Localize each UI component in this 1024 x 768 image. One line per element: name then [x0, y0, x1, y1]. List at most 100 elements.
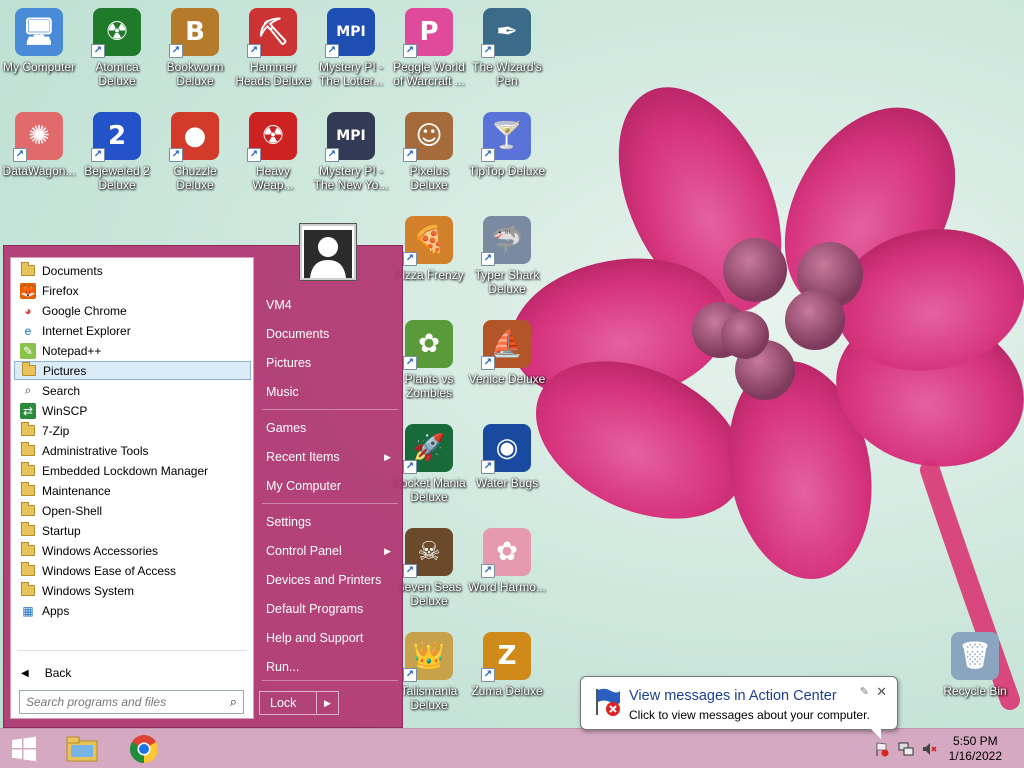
close-icon[interactable]: ✕ [876, 684, 887, 700]
program-item[interactable]: Maintenance [14, 481, 251, 500]
app-icon: 👑 ↗ [403, 632, 453, 682]
action-center-balloon[interactable]: View messages in Action Center Click to … [580, 676, 898, 739]
app-icon: 🦈 ↗ [481, 216, 531, 266]
shortcut-arrow-icon: ↗ [403, 148, 417, 162]
volume-muted-icon[interactable] [920, 740, 938, 758]
taskbar-clock[interactable]: 5:50 PM 1/16/2022 [949, 734, 1002, 764]
desktop-icon-label: DataWagon... [2, 164, 76, 178]
shortcut-arrow-icon: ↗ [91, 44, 105, 58]
program-label: Internet Explorer [42, 323, 131, 338]
program-item[interactable]: Documents [14, 261, 251, 280]
start-menu-link[interactable]: Documents [266, 323, 401, 345]
desktop-icon[interactable]: ✺ ↗ DataWagon... [0, 112, 78, 212]
start-menu-link[interactable]: Recent Items ▶ [266, 446, 401, 468]
program-label: Open-Shell [42, 503, 103, 518]
search-input[interactable]: Search programs and files ⌕ [19, 690, 244, 714]
program-item[interactable]: Open-Shell [14, 501, 251, 520]
start-menu-link[interactable]: Pictures [266, 352, 401, 374]
desktop-icon-label: Venice Deluxe [468, 372, 546, 386]
desktop-icon[interactable]: ⛵ ↗ Venice Deluxe [468, 320, 546, 420]
desktop-icon[interactable]: MPI ↗ Mystery PI - The New Yo... [312, 112, 390, 212]
program-item[interactable]: 🦊 Firefox [14, 281, 251, 300]
desktop-icon-label: Atomica Deluxe [95, 60, 139, 88]
desktop-icon-label: Mystery PI - The Lotter... [318, 60, 384, 88]
desktop-icon[interactable]: ✒ ↗ The Wizard's Pen [468, 8, 546, 108]
back-button[interactable]: ◀ Back [21, 666, 71, 680]
action-center-tray-icon[interactable] [873, 740, 891, 758]
program-label: Maintenance [42, 483, 111, 498]
desktop-icon[interactable]: 2 ↗ Bejeweled 2 Deluxe [78, 112, 156, 212]
start-button[interactable] [6, 734, 42, 764]
desktop-icon[interactable]: 🍸 ↗ TipTop Deluxe [468, 112, 546, 212]
program-item[interactable]: Embedded Lockdown Manager [14, 461, 251, 480]
lock-button[interactable]: Lock ▶ [259, 691, 339, 715]
desktop-icon[interactable]: B ↗ Bookworm Deluxe [156, 8, 234, 108]
desktop-icon[interactable]: MPI ↗ Mystery PI - The Lotter... [312, 8, 390, 108]
program-item[interactable]: Windows System [14, 581, 251, 600]
shortcut-arrow-icon: ↗ [247, 44, 261, 58]
shortcut-arrow-icon: ↗ [169, 44, 183, 58]
start-menu-link[interactable]: Music [266, 381, 401, 403]
start-menu-link[interactable]: Games [266, 417, 401, 439]
program-item[interactable]: ⌕ Search [14, 381, 251, 400]
search-placeholder: Search programs and files [26, 695, 167, 709]
program-item[interactable]: ◕ Google Chrome [14, 301, 251, 320]
chrome-icon[interactable] [124, 733, 164, 765]
app-icon: 🖥 [15, 8, 63, 56]
start-menu-link[interactable]: Help and Support [266, 627, 401, 649]
program-label: Embedded Lockdown Manager [42, 463, 209, 478]
folder-icon [20, 582, 36, 599]
start-menu-link[interactable]: Control Panel ▶ [266, 540, 401, 562]
folder-icon [21, 362, 37, 379]
desktop-icon[interactable]: ⛏ ↗ Hammer Heads Deluxe [234, 8, 312, 108]
search-icon: ⌕ [24, 383, 32, 397]
program-item[interactable]: ▦ Apps [14, 601, 251, 620]
program-item[interactable]: ✎ Notepad++ [14, 341, 251, 360]
app-icon: ✿ ↗ [403, 320, 453, 370]
desktop-icon[interactable]: ☢ ↗ Heavy Weap... [234, 112, 312, 212]
start-menu-link[interactable]: VM4 [266, 294, 401, 316]
start-menu-link[interactable]: Run... [266, 656, 401, 678]
program-item[interactable]: Pictures [14, 361, 251, 380]
shortcut-arrow-icon: ↗ [91, 148, 105, 162]
winscp-icon: ⇄ [20, 402, 36, 419]
desktop-icon[interactable]: Z ↗ Zuma Deluxe [468, 632, 546, 732]
folder-icon [20, 502, 36, 519]
desktop-icon[interactable]: 🦈 ↗ Typer Shark Deluxe [468, 216, 546, 316]
program-label: Documents [42, 263, 103, 278]
desktop-icon[interactable]: ◉ ↗ Water Bugs [468, 424, 546, 524]
desktop-icon[interactable]: 🗑 Recycle Bin [936, 632, 1014, 732]
desktop-icon-label: Mystery PI - The New Yo... [313, 164, 389, 192]
desktop-icon[interactable]: ✿ ↗ Word Harmo... [468, 528, 546, 628]
desktop-icon[interactable]: ☢ ↗ Atomica Deluxe [78, 8, 156, 108]
start-menu-link[interactable]: Default Programs [266, 598, 401, 620]
start-menu-link[interactable]: My Computer [266, 475, 401, 497]
program-item[interactable]: Administrative Tools [14, 441, 251, 460]
desktop-icon[interactable]: ☺ ↗ Pixelus Deluxe [390, 112, 468, 212]
start-menu-link-label: Music [266, 385, 299, 399]
program-item[interactable]: ⇄ WinSCP [14, 401, 251, 420]
program-item[interactable]: Windows Accessories [14, 541, 251, 560]
firefox-icon: 🦊 [20, 282, 36, 299]
user-picture[interactable] [300, 224, 356, 280]
start-menu-link[interactable]: Devices and Printers [266, 569, 401, 591]
desktop-icon-label: Zuma Deluxe [471, 684, 543, 698]
pin-icon[interactable]: ✎ [860, 685, 869, 698]
lock-options-arrow-icon[interactable]: ▶ [316, 692, 338, 714]
file-explorer-icon[interactable] [62, 733, 102, 765]
desktop-icon[interactable]: 🖥 My Computer [0, 8, 78, 108]
clock-date: 1/16/2022 [948, 749, 1002, 763]
lock-label: Lock [270, 696, 297, 710]
folder-icon [20, 422, 36, 439]
program-item[interactable]: 7-Zip [14, 421, 251, 440]
program-item[interactable]: e Internet Explorer [14, 321, 251, 340]
network-icon[interactable] [897, 740, 915, 758]
desktop-icon[interactable]: P ↗ Peggle World of Warcraft ... [390, 8, 468, 108]
desktop-icon-label: Chuzzle Deluxe [173, 164, 217, 192]
shortcut-arrow-icon: ↗ [325, 44, 339, 58]
start-menu-link[interactable]: Settings [266, 511, 401, 533]
desktop-icon[interactable]: ● ↗ Chuzzle Deluxe [156, 112, 234, 212]
program-item[interactable]: Windows Ease of Access [14, 561, 251, 580]
program-item[interactable]: Startup [14, 521, 251, 540]
desktop-icon-label: Bookworm Deluxe [166, 60, 224, 88]
